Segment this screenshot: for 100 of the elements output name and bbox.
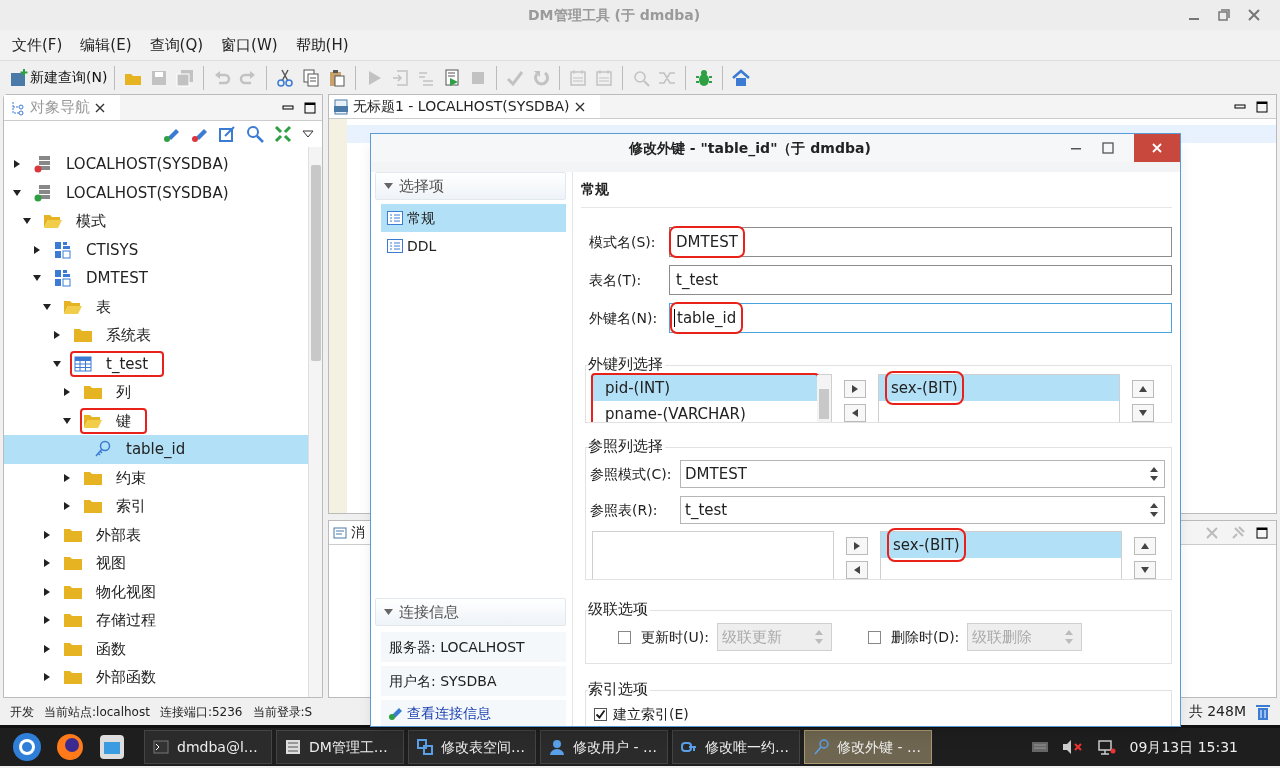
tree-row[interactable]: 系统表 (4, 321, 308, 350)
option-item[interactable]: DDL (381, 232, 566, 260)
expand-arrow-icon[interactable] (33, 245, 41, 254)
expand-arrow-icon[interactable] (13, 160, 21, 169)
scrollbar[interactable] (817, 375, 831, 422)
maximize-icon[interactable] (304, 101, 316, 114)
expand-arrow-icon[interactable] (43, 559, 51, 568)
arrow-button[interactable] (844, 380, 866, 398)
expand-arrow-icon[interactable] (63, 388, 71, 397)
taskbar-button[interactable]: 修改唯一约… (672, 730, 800, 764)
taskbar-button[interactable]: dmdba@l… (144, 730, 272, 764)
menu-item[interactable]: 窗口(W) (213, 31, 286, 59)
dropdown-icon[interactable] (302, 129, 314, 139)
collapse-arrow-icon[interactable] (13, 188, 21, 197)
home-icon[interactable] (732, 68, 751, 87)
tree-row[interactable]: t_test (4, 349, 308, 378)
clipboard-icon[interactable] (328, 68, 347, 87)
combo-box[interactable]: t_test (680, 496, 1165, 524)
network-icon[interactable] (1097, 739, 1116, 755)
maximize-icon[interactable] (1256, 100, 1268, 113)
tree-row[interactable]: 外部表 (4, 520, 308, 549)
tree-row[interactable]: 外部函数 (4, 663, 308, 692)
tree-row[interactable]: 索引 (4, 492, 308, 521)
tree-row[interactable]: LOCALHOST(SYSDBA) (4, 150, 308, 179)
arrow-button[interactable] (846, 537, 868, 555)
expand-arrow-icon[interactable] (43, 673, 51, 682)
checkbox[interactable] (867, 630, 881, 644)
tree-row[interactable]: 键 (4, 406, 308, 435)
tree-row[interactable]: 模式 (4, 207, 308, 236)
arrow-button[interactable] (844, 404, 866, 422)
close-icon[interactable] (94, 101, 106, 114)
checkbox[interactable] (594, 707, 607, 721)
scrollbar-thumb[interactable] (819, 389, 829, 419)
text-field[interactable]: table_id (669, 303, 1172, 333)
collapse-arrow-icon[interactable] (53, 359, 61, 368)
editor-tab[interactable]: 无标题1 - LOCALHOST(SYSDBA) (329, 95, 600, 118)
trash-icon[interactable] (1256, 703, 1270, 720)
section-header[interactable]: 连接信息 (375, 598, 566, 626)
arrow-button[interactable] (1132, 404, 1154, 422)
run-document-icon[interactable] (443, 68, 462, 87)
option-item[interactable]: 常规 (381, 204, 566, 232)
tree-row[interactable]: 物化视图 (4, 577, 308, 606)
checkbox[interactable] (618, 630, 631, 644)
tree-row[interactable]: 函数 (4, 634, 308, 663)
menu-item[interactable]: 查询(Q) (141, 31, 212, 59)
scrollbar-thumb[interactable] (310, 165, 321, 361)
combo-box[interactable]: DMTEST (680, 460, 1165, 488)
tree-row[interactable]: table_id (4, 435, 308, 464)
restore-icon[interactable] (1218, 9, 1230, 21)
text-field[interactable]: DMTEST (669, 227, 1172, 257)
expand-arrow-icon[interactable] (63, 473, 71, 482)
tree-row[interactable]: 表 (4, 292, 308, 321)
copy-icon[interactable] (302, 68, 321, 87)
tree-row[interactable]: 存储过程 (4, 606, 308, 635)
file-manager-icon[interactable] (98, 733, 126, 761)
menu-item[interactable]: 文件(F) (4, 31, 71, 59)
tree-row[interactable]: 视图 (4, 549, 308, 578)
keyboard-icon[interactable] (1031, 741, 1048, 753)
collapse-icon[interactable] (274, 125, 292, 143)
text-field[interactable]: t_test (669, 265, 1172, 295)
expand-arrow-icon[interactable] (63, 502, 71, 511)
browser-icon[interactable] (56, 733, 84, 761)
tree-row[interactable]: 列 (4, 378, 308, 407)
maximize-icon[interactable] (1256, 526, 1268, 539)
volume-muted-icon[interactable] (1061, 739, 1084, 755)
collapse-arrow-icon[interactable] (33, 274, 41, 283)
collapse-arrow-icon[interactable] (63, 416, 71, 425)
arrow-button[interactable] (846, 561, 868, 579)
collapse-arrow-icon[interactable] (43, 302, 51, 311)
taskbar-button[interactable]: DM管理工… (276, 730, 404, 764)
collapse-arrow-icon[interactable] (23, 217, 31, 226)
arrow-button[interactable] (1134, 537, 1156, 555)
section-header[interactable]: 选择项 (375, 172, 566, 200)
edit-icon[interactable] (218, 125, 236, 143)
tree-row[interactable]: LOCALHOST(SYSDBA) (4, 178, 308, 207)
expand-arrow-icon[interactable] (43, 587, 51, 596)
expand-arrow-icon[interactable] (43, 644, 51, 653)
scissors-icon[interactable] (276, 68, 295, 87)
menu-item[interactable]: 编辑(E) (72, 31, 140, 59)
new-query-button[interactable]: 新建查询(N) (8, 63, 110, 92)
search-icon[interactable] (246, 125, 264, 143)
expand-arrow-icon[interactable] (53, 331, 61, 340)
taskbar-button[interactable]: 修改外键 - … (804, 730, 932, 764)
launcher-icon[interactable] (12, 732, 42, 762)
scrollbar[interactable] (308, 147, 322, 697)
expand-arrow-icon[interactable] (43, 530, 51, 539)
list-item[interactable]: pname-(VARCHAR) (593, 401, 817, 422)
list-item[interactable]: pid-(INT) (593, 375, 817, 401)
tree-row[interactable]: CTISYS (4, 235, 308, 264)
arrow-button[interactable] (1134, 561, 1156, 579)
bug-icon[interactable] (695, 68, 714, 87)
close-button[interactable] (1134, 134, 1180, 162)
close-icon[interactable] (573, 100, 586, 113)
arrow-button[interactable] (1132, 380, 1154, 398)
taskbar-button[interactable]: 修改表空间… (408, 730, 536, 764)
taskbar-button[interactable]: 修改用户 - … (540, 730, 668, 764)
menu-item[interactable]: 帮助(H) (287, 31, 357, 59)
tree-row[interactable]: DMTEST (4, 264, 308, 293)
expand-arrow-icon[interactable] (43, 616, 51, 625)
tree-row[interactable]: 约束 (4, 463, 308, 492)
